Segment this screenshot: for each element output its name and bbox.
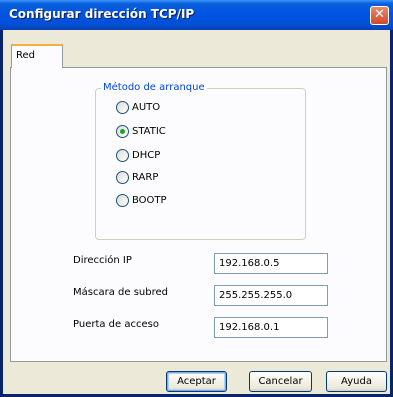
radio-button-icon[interactable] bbox=[116, 193, 129, 207]
radio-label: DHCP bbox=[132, 149, 161, 161]
tab-panel-red: Método de arranque AUTO STATIC DHCP RARP bbox=[10, 67, 387, 362]
radio-label: STATIC bbox=[132, 125, 166, 137]
radio-auto[interactable]: AUTO bbox=[116, 100, 160, 114]
radio-dhcp[interactable]: DHCP bbox=[116, 148, 160, 162]
dialog-window: Configurar dirección TCP/IP ✕ Red Método… bbox=[0, 0, 393, 397]
radio-button-icon[interactable] bbox=[116, 100, 129, 114]
subnet-mask-label: Máscara de subred bbox=[73, 287, 168, 298]
ip-address-label: Dirección IP bbox=[73, 255, 132, 266]
radio-label: RARP bbox=[132, 171, 159, 183]
close-button[interactable]: ✕ bbox=[370, 6, 389, 25]
tab-label: Red bbox=[16, 50, 35, 61]
gateway-label: Puerta de acceso bbox=[73, 319, 159, 330]
radio-button-icon[interactable] bbox=[116, 170, 129, 184]
window-title: Configurar dirección TCP/IP bbox=[9, 7, 195, 21]
radio-label: AUTO bbox=[132, 101, 161, 113]
ip-address-input[interactable]: 192.168.0.5 bbox=[214, 253, 328, 274]
radio-rarp[interactable]: RARP bbox=[116, 170, 158, 184]
close-icon: ✕ bbox=[374, 7, 385, 22]
cancel-button[interactable]: Cancelar bbox=[249, 371, 312, 392]
accept-button[interactable]: Aceptar bbox=[166, 371, 227, 392]
radio-button-checked-icon[interactable] bbox=[116, 124, 129, 138]
radio-label: BOOTP bbox=[132, 194, 167, 206]
dialog-client-area: Red Método de arranque AUTO STATIC DHCP bbox=[3, 30, 390, 394]
subnet-mask-input[interactable]: 255.255.255.0 bbox=[214, 285, 328, 306]
boot-method-group: Método de arranque AUTO STATIC DHCP RARP bbox=[95, 82, 306, 240]
gateway-input[interactable]: 192.168.0.1 bbox=[214, 317, 328, 338]
radio-button-icon[interactable] bbox=[116, 148, 129, 162]
radio-bootp[interactable]: BOOTP bbox=[116, 193, 167, 207]
title-bar[interactable]: Configurar dirección TCP/IP ✕ bbox=[0, 0, 393, 30]
tab-red[interactable]: Red bbox=[11, 44, 63, 68]
radio-static[interactable]: STATIC bbox=[116, 124, 166, 138]
boot-method-legend: Método de arranque bbox=[101, 82, 207, 93]
help-button[interactable]: Ayuda bbox=[326, 371, 387, 392]
